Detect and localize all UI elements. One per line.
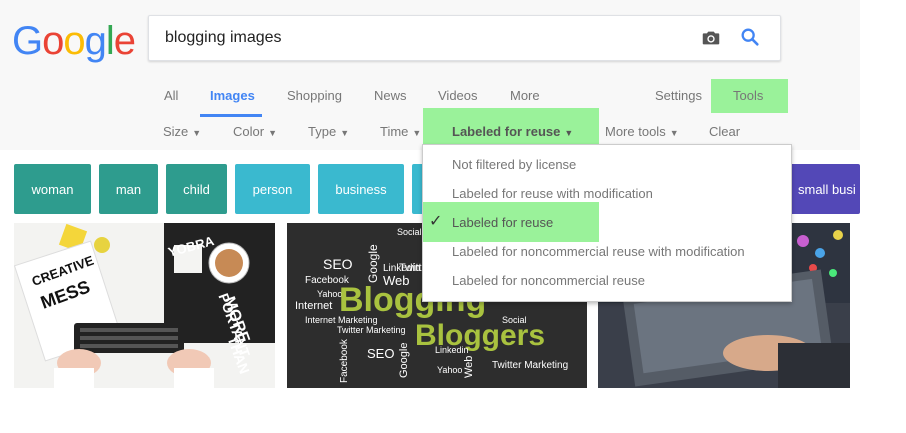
menu-item-reuse-with-modification[interactable]: Labeled for reuse with modification — [452, 186, 653, 201]
cloud-word: Twitter Marketing — [337, 325, 406, 335]
more-tools-dropdown[interactable]: More tools ▼ — [605, 124, 679, 139]
logo-letter: o — [63, 19, 85, 63]
cloud-word: Yahoo — [437, 365, 462, 375]
cloud-word: Web — [463, 356, 475, 378]
image-result-1[interactable]: CREATIVE MESS YOBRA MORE PORTANT THAN — [14, 223, 275, 388]
usage-rights-label: Labeled for reuse — [452, 124, 561, 139]
chip-person[interactable]: person — [235, 164, 310, 214]
cloud-word: Twitter Marketing — [492, 360, 568, 371]
menu-item-noncommercial-with-modification[interactable]: Labeled for noncommercial reuse with mod… — [452, 244, 745, 259]
tab-images[interactable]: Images — [210, 88, 255, 103]
cloud-word: Web — [383, 273, 410, 288]
checkmark-icon: ✓ — [429, 213, 443, 230]
cloud-word: Social — [397, 227, 422, 237]
color-label: Color — [233, 124, 265, 139]
tab-shopping[interactable]: Shopping — [287, 88, 342, 103]
clear-button[interactable]: Clear — [709, 124, 740, 139]
search-input[interactable]: blogging images — [148, 15, 781, 61]
chip-man[interactable]: man — [99, 164, 158, 214]
active-tab-underline — [200, 114, 262, 117]
menu-item-noncommercial-reuse[interactable]: Labeled for noncommercial reuse — [452, 273, 645, 288]
logo-letter: g — [84, 19, 107, 63]
time-label: Time — [380, 124, 409, 139]
more-tools-label: More tools — [605, 124, 666, 139]
color-dropdown[interactable]: Color ▼ — [233, 124, 277, 139]
cloud-word: Google — [366, 244, 380, 283]
caret-down-icon: ▼ — [564, 128, 574, 138]
caret-down-icon: ▼ — [268, 128, 277, 138]
size-label: Size — [163, 124, 189, 139]
cloud-word: Linkedin — [435, 345, 469, 355]
menu-item-labeled-for-reuse[interactable]: Labeled for reuse — [452, 215, 553, 230]
logo-letter: l — [105, 19, 115, 63]
google-logo[interactable]: Google — [12, 18, 136, 64]
chip-business[interactable]: business — [318, 164, 404, 214]
logo-letter: o — [42, 19, 64, 63]
search-query[interactable]: blogging images — [165, 29, 282, 47]
caret-down-icon: ▼ — [192, 128, 202, 138]
logo-letter: G — [12, 19, 43, 63]
camera-icon[interactable] — [700, 27, 722, 49]
logo-letter: e — [113, 19, 136, 63]
caret-down-icon: ▼ — [412, 128, 422, 138]
type-dropdown[interactable]: Type ▼ — [308, 124, 349, 139]
caret-down-icon: ▼ — [669, 128, 679, 138]
menu-item-not-filtered[interactable]: Not filtered by license — [452, 157, 576, 172]
time-dropdown[interactable]: Time ▼ — [380, 124, 421, 139]
usage-rights-menu: Not filtered by license Labeled for reus… — [422, 144, 792, 302]
cloud-word: Google — [398, 343, 410, 378]
size-dropdown[interactable]: Size ▼ — [163, 124, 201, 139]
chip-child[interactable]: child — [166, 164, 227, 214]
tab-videos[interactable]: Videos — [438, 88, 478, 103]
tab-all[interactable]: All — [164, 88, 178, 103]
chip-woman[interactable]: woman — [14, 164, 91, 214]
cloud-word: SEO — [323, 256, 353, 272]
caret-down-icon: ▼ — [340, 128, 350, 138]
usage-rights-dropdown[interactable]: Labeled for reuse ▼ — [452, 124, 573, 139]
cloud-word: SEO — [367, 346, 394, 361]
settings-link[interactable]: Settings — [655, 88, 702, 103]
workspace-photo: CREATIVE MESS YOBRA MORE PORTANT THAN — [14, 223, 275, 388]
chip-small-business[interactable]: small busi — [786, 164, 860, 214]
tools-button[interactable]: Tools — [733, 88, 763, 103]
cloud-word: Internet — [295, 300, 332, 312]
cloud-word: Facebook — [339, 338, 350, 383]
search-icon[interactable] — [739, 26, 761, 48]
type-label: Type — [308, 124, 337, 139]
tab-news[interactable]: News — [374, 88, 407, 103]
cloud-word: Social — [502, 315, 527, 325]
tab-more[interactable]: More — [510, 88, 540, 103]
